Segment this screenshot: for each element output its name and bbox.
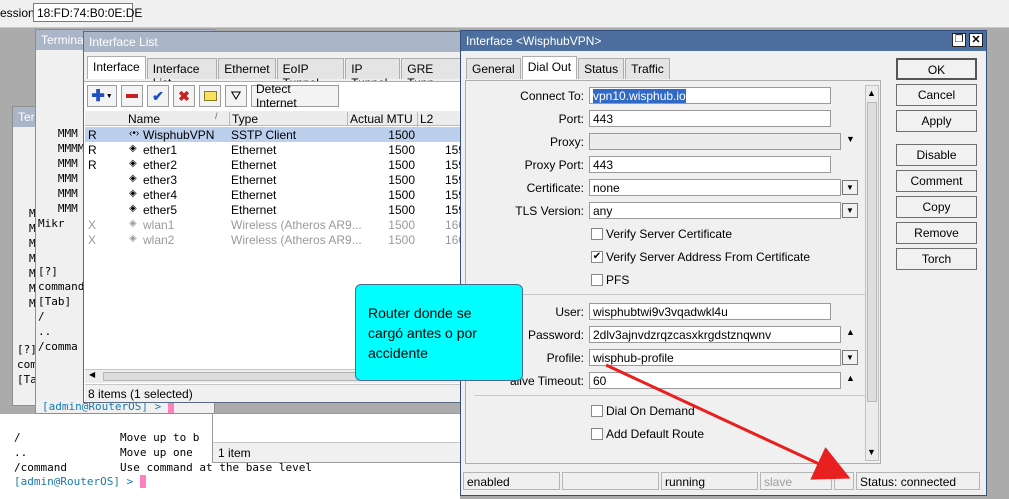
tab-dial-out[interactable]: Dial Out: [521, 56, 578, 79]
tab-interface[interactable]: Interface: [87, 56, 146, 79]
arrow-line: [605, 363, 851, 480]
annotation-arrow: [605, 363, 851, 480]
